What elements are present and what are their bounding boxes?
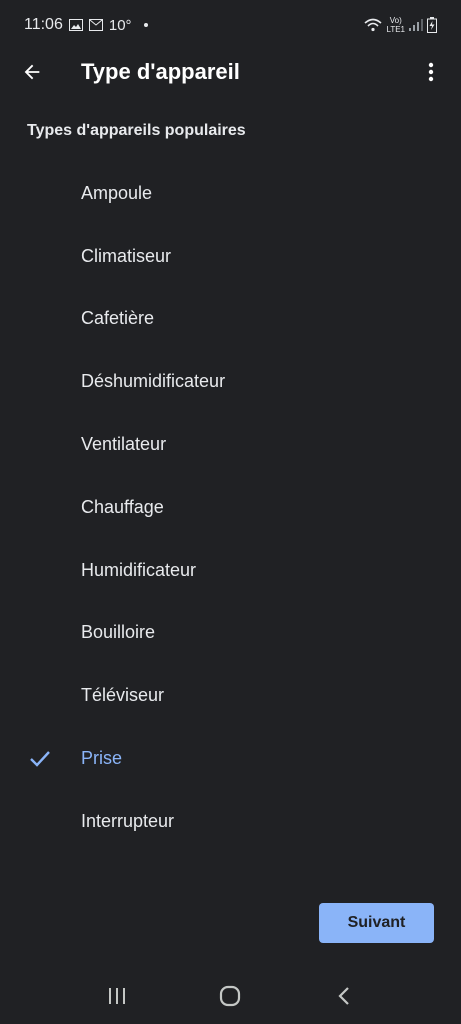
device-item[interactable]: Téléviseur xyxy=(0,664,461,727)
device-label: Chauffage xyxy=(81,496,164,517)
page-title: Type d'appareil xyxy=(81,59,240,84)
status-right: Vo) LTE1 xyxy=(364,16,437,34)
device-label: Prise xyxy=(81,748,123,769)
home-button[interactable] xyxy=(210,976,250,1016)
network-type: LTE1 xyxy=(386,25,405,34)
mail-icon xyxy=(88,19,103,31)
device-label: Téléviseur xyxy=(81,685,165,706)
network-label: Vo) LTE1 xyxy=(386,16,405,34)
device-item[interactable]: Interrupteur xyxy=(0,790,461,853)
system-nav-bar xyxy=(0,968,461,1024)
device-label: Ampoule xyxy=(81,182,153,203)
notification-dot xyxy=(143,23,148,27)
recent-apps-icon xyxy=(108,988,125,1004)
device-label: Déshumidificateur xyxy=(81,371,226,392)
app-bar: Type d'appareil xyxy=(0,50,461,94)
more-vert-icon xyxy=(428,62,434,82)
device-label: Climatiseur xyxy=(81,245,172,266)
more-options-button[interactable] xyxy=(415,56,447,88)
status-time: 11:06 xyxy=(24,16,63,33)
device-item[interactable]: Chauffage xyxy=(0,476,461,539)
device-item[interactable]: Ventilateur xyxy=(0,413,461,476)
device-label: Ventilateur xyxy=(81,434,167,455)
device-item[interactable]: Prise xyxy=(0,727,461,790)
section-header: Types d'appareils populaires xyxy=(27,122,246,139)
system-back-button[interactable] xyxy=(324,976,364,1016)
device-label: Cafetière xyxy=(81,308,155,329)
gallery-icon xyxy=(68,19,83,31)
wifi-icon xyxy=(364,18,382,32)
arrow-back-icon xyxy=(24,64,40,80)
device-label: Interrupteur xyxy=(81,810,175,831)
back-button[interactable] xyxy=(16,56,48,88)
chevron-left-icon xyxy=(338,987,349,1005)
device-item[interactable]: Cafetière xyxy=(0,288,461,351)
status-left: 11:06 10° xyxy=(24,16,148,34)
device-item[interactable]: Climatiseur xyxy=(0,225,461,288)
device-item[interactable]: Déshumidificateur xyxy=(0,350,461,413)
recent-apps-button[interactable] xyxy=(97,976,137,1016)
status-bar: 11:06 10° Vo) LTE1 xyxy=(0,0,461,50)
device-label: Bouilloire xyxy=(81,622,156,643)
device-item[interactable]: Bouilloire xyxy=(0,602,461,665)
home-icon xyxy=(220,985,241,1007)
next-button[interactable]: Suivant xyxy=(319,903,434,943)
status-temperature: 10° xyxy=(108,16,132,34)
device-type-list: Ampoule Climatiseur Cafetière Déshumidifica… xyxy=(0,162,461,853)
device-item[interactable]: Humidificateur xyxy=(0,539,461,602)
signal-icon xyxy=(409,19,423,31)
check-icon xyxy=(28,747,52,771)
device-item[interactable]: Ampoule xyxy=(0,162,461,225)
device-label: Humidificateur xyxy=(81,559,197,580)
battery-icon xyxy=(427,17,437,33)
